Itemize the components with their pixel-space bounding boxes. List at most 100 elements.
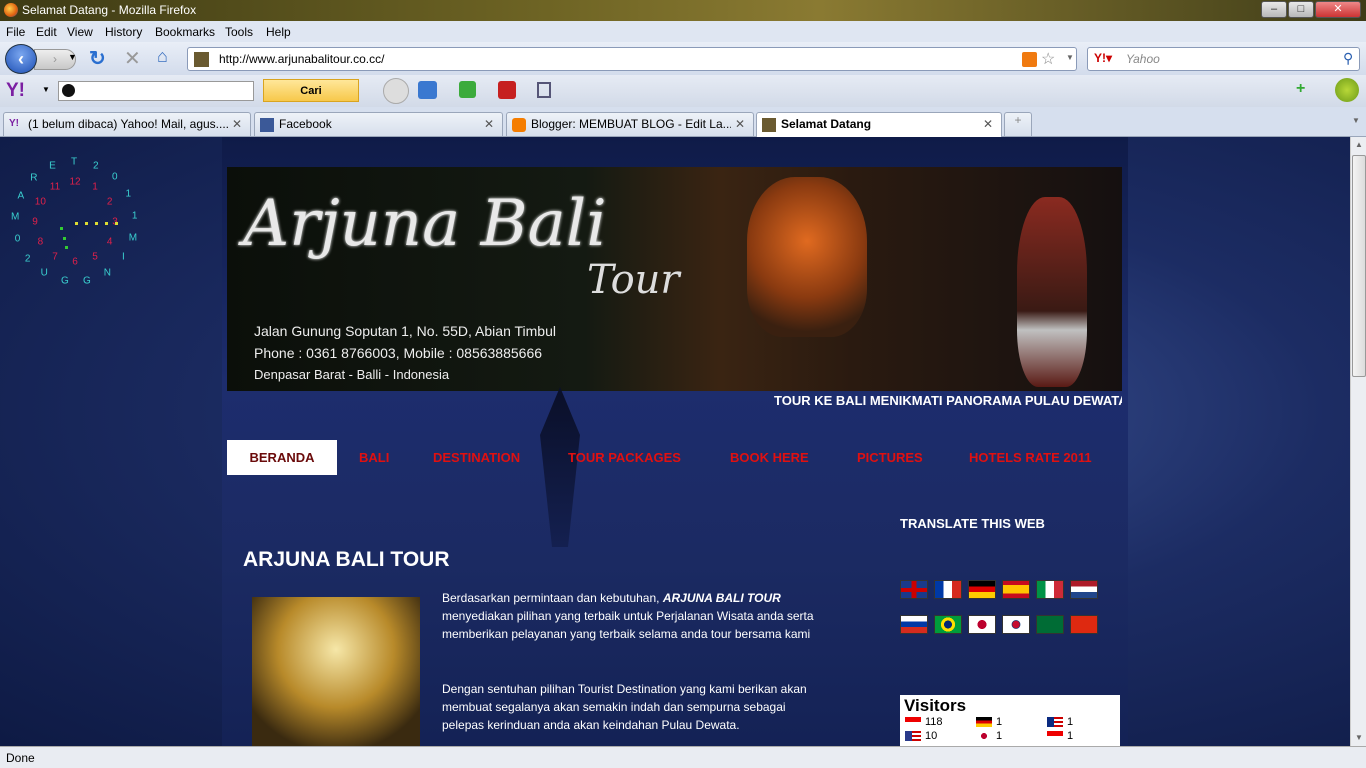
nav-destination[interactable]: DESTINATION [433, 440, 520, 475]
nav-tour-packages[interactable]: TOUR PACKAGES [568, 440, 681, 475]
close-tab-icon[interactable]: ✕ [232, 117, 242, 131]
flag-spanish-icon[interactable] [1002, 580, 1030, 599]
flag-english-icon[interactable] [900, 580, 928, 599]
rss-icon[interactable] [1022, 52, 1037, 67]
country-flag-icon [905, 731, 921, 741]
maximize-button[interactable]: □ [1288, 1, 1314, 18]
country-flag-icon [1047, 717, 1063, 727]
scroll-down-icon[interactable]: ▼ [1355, 733, 1363, 742]
tab-facebook[interactable]: Facebook ✕ [254, 112, 503, 136]
menu-history[interactable]: History [105, 25, 142, 39]
nav-hotels-rate[interactable]: HOTELS RATE 2011 [969, 440, 1092, 475]
site-favicon-icon [194, 52, 209, 67]
tab-yahoo-mail[interactable]: Y! (1 belum dibaca) Yahoo! Mail, agus...… [3, 112, 251, 136]
flag-french-icon[interactable] [934, 580, 962, 599]
minimize-button[interactable]: – [1261, 1, 1287, 18]
flag-german-icon[interactable] [968, 580, 996, 599]
tab-label: Blogger: MEMBUAT BLOG - Edit La... [531, 117, 731, 131]
nav-beranda[interactable]: BERANDA [227, 440, 337, 475]
arjuna-image [252, 597, 420, 746]
clock-hour: 2 [106, 196, 113, 208]
menu-help[interactable]: Help [266, 25, 291, 39]
address-text: Jalan Gunung Soputan 1, No. 55D, Abian T… [254, 323, 556, 339]
scroll-up-icon[interactable]: ▲ [1355, 140, 1363, 149]
close-tab-icon[interactable]: ✕ [484, 117, 494, 131]
url-bar[interactable]: http://www.arjunabalitour.co.cc/ ☆ ▼ [187, 47, 1077, 71]
games-icon[interactable] [498, 81, 516, 99]
yahoo-toolbar: Y! ▼ Cari + [0, 75, 1366, 107]
scrollbar-thumb[interactable] [1352, 155, 1366, 377]
yahoo-logo-icon[interactable]: Y! [6, 80, 25, 102]
tab-selamat-datang[interactable]: Selamat Datang ✕ [756, 112, 1002, 137]
logo-text: Arjuna Bali [243, 187, 607, 261]
country-flag-icon [976, 731, 992, 741]
flag-korean-icon[interactable] [1002, 615, 1030, 634]
add-icon[interactable]: + [1296, 80, 1305, 98]
tab-bar: Y! (1 belum dibaca) Yahoo! Mail, agus...… [0, 107, 1366, 137]
nav-bali[interactable]: BALI [359, 440, 389, 475]
mail-icon[interactable] [418, 81, 437, 99]
close-button[interactable]: ✕ [1315, 1, 1361, 18]
flag-italian-icon[interactable] [1036, 580, 1064, 599]
back-button[interactable]: ‹ [5, 44, 37, 74]
visitor-entry: 118 [905, 716, 943, 728]
stop-icon[interactable]: ✕ [124, 46, 141, 71]
cari-button[interactable]: Cari [263, 79, 359, 102]
url-dropdown-icon[interactable]: ▼ [1066, 53, 1074, 62]
nav-book-here[interactable]: BOOK HERE [730, 440, 809, 475]
vertical-scrollbar[interactable]: ▲ ▼ [1350, 137, 1366, 746]
messenger-icon[interactable] [459, 81, 476, 98]
menu-view[interactable]: View [67, 25, 93, 39]
company-name: ARJUNA BALI TOUR [662, 591, 781, 605]
flag-dutch-icon[interactable] [1070, 580, 1098, 599]
flag-portuguese-icon[interactable] [934, 615, 962, 634]
clock-hour: 8 [37, 236, 44, 248]
yahoo-search-input[interactable] [58, 81, 254, 101]
menu-edit[interactable]: Edit [36, 25, 57, 39]
status-text: Done [6, 751, 35, 765]
flag-russian-icon[interactable] [900, 615, 928, 634]
visitor-count: 10 [925, 730, 938, 742]
menu-tools[interactable]: Tools [225, 25, 253, 39]
visitor-entry: 1 [976, 730, 1002, 742]
reload-icon[interactable]: ↻ [89, 46, 106, 71]
nav-pictures[interactable]: PICTURES [857, 440, 923, 475]
home-icon[interactable]: ⌂ [157, 46, 168, 67]
edit-icon[interactable] [383, 78, 409, 104]
tab-list-dropdown-icon[interactable]: ▼ [1352, 116, 1360, 125]
title-bar: Selamat Datang - Mozilla Firefox – □ ✕ [0, 0, 1366, 21]
flag-japanese-icon[interactable] [968, 615, 996, 634]
yahoo-engine-icon[interactable]: Y!▾ [1094, 51, 1112, 65]
flag-arabic-icon[interactable] [1036, 615, 1064, 634]
menu-bookmarks[interactable]: Bookmarks [155, 25, 215, 39]
clock-date-char: G [83, 275, 91, 287]
window-title: Selamat Datang - Mozilla Firefox [22, 3, 197, 17]
settings-gear-icon[interactable] [1335, 78, 1359, 102]
clock-date-char: 2 [93, 160, 99, 172]
search-box[interactable]: Y!▾ Yahoo ⚲ [1087, 47, 1360, 71]
clock-hand-dot [85, 222, 88, 225]
clock-date-char: 2 [24, 253, 31, 265]
visitor-count: 1 [996, 716, 1003, 728]
url-text: http://www.arjunabalitour.co.cc/ [219, 52, 385, 66]
bookmarks-icon[interactable] [537, 82, 551, 98]
country-flag-icon [1047, 731, 1063, 741]
new-tab-button[interactable]: + [1004, 112, 1032, 136]
menu-file[interactable]: File [6, 25, 25, 39]
search-placeholder: Yahoo [1126, 52, 1160, 66]
visitors-widget: Visitors 118 1 1 10 1 1 [900, 695, 1120, 746]
flash-clock: 121234567891011MINGGU20MARET2011 [0, 137, 150, 297]
tab-label: (1 belum dibaca) Yahoo! Mail, agus.... [28, 117, 228, 131]
clock-date-char: 1 [125, 188, 132, 200]
close-tab-icon[interactable]: ✕ [983, 117, 993, 131]
clock-hour: 11 [49, 181, 61, 193]
close-tab-icon[interactable]: ✕ [735, 117, 745, 131]
yahoo-menu-dropdown-icon[interactable]: ▼ [42, 85, 50, 94]
bookmark-star-icon[interactable]: ☆ [1041, 49, 1055, 69]
tab-blogger[interactable]: Blogger: MEMBUAT BLOG - Edit La... ✕ [506, 112, 754, 136]
search-icon[interactable]: ⚲ [1343, 50, 1353, 67]
flag-chinese-icon[interactable] [1070, 615, 1098, 634]
clock-hour: 12 [69, 176, 81, 188]
visitor-count: 1 [1067, 716, 1074, 728]
history-dropdown-icon[interactable]: ▼ [68, 52, 77, 62]
